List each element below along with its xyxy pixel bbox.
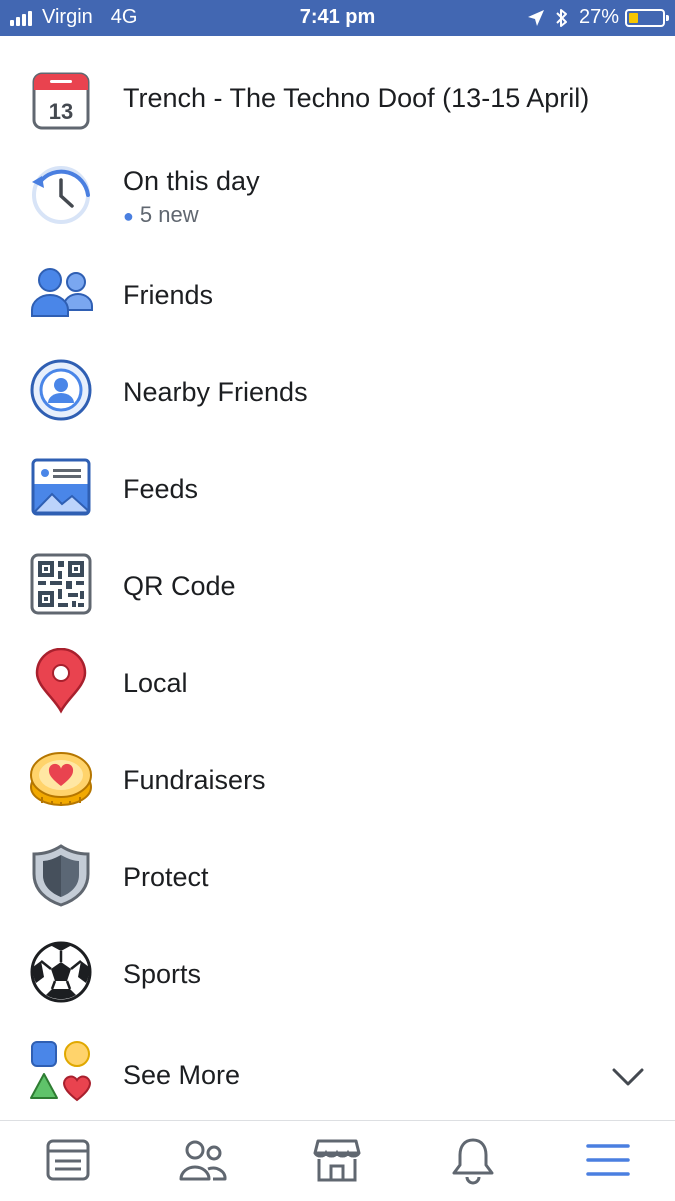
new-count-text: 5 new [139,202,199,227]
friends-tab-icon[interactable] [178,1135,228,1185]
new-indicator-dot: ● [123,206,134,226]
menu-item-label: On this day [123,166,260,196]
menu-item-label: Protect [123,862,209,892]
menu-item-see-more[interactable]: See More [0,1026,675,1116]
menu-item-label: Local [123,668,188,698]
shield-icon [28,842,94,908]
menu-item-label: Sports [123,959,202,989]
menu-item-label: QR Code [123,571,236,601]
bell-icon[interactable] [448,1135,498,1185]
menu-item-label: See More [123,1060,241,1090]
status-bar-right: 27% [527,6,669,29]
map-pin-icon [28,648,94,714]
chevron-down-icon[interactable] [611,1060,645,1094]
menu-item-sports[interactable]: Sports [0,927,675,1017]
hamburger-menu-icon[interactable] [583,1135,633,1185]
marketplace-icon[interactable] [312,1135,362,1185]
soccer-ball-icon [28,939,94,1005]
menu-item-label: Nearby Friends [123,377,308,407]
menu-item-label: Friends [123,280,214,310]
menu-item-fundraisers[interactable]: Fundraisers [0,733,675,823]
bottom-tab-bar [0,1120,675,1201]
menu-item-label: Trench - The Techno Doof (13-15 April) [123,83,590,113]
new-count: ● 5 new [123,202,199,228]
menu-item-qr-code[interactable]: QR Code [0,539,675,629]
calendar-day: 13 [49,99,73,124]
battery-level [629,12,638,23]
calendar-icon: 13 [28,68,94,134]
menu-item-nearby-friends[interactable]: Nearby Friends [0,345,675,435]
menu-item-friends[interactable]: Friends [0,248,675,338]
clock-history-icon [28,162,94,228]
news-feed-icon[interactable] [43,1135,93,1185]
menu-item-label: Fundraisers [123,765,266,795]
bluetooth-icon [555,8,569,28]
menu-item-event[interactable]: 13 Trench - The Techno Doof (13-15 April… [0,53,675,143]
shapes-icon [28,1038,94,1104]
battery-icon [625,8,669,27]
nearby-friends-icon [28,357,94,423]
friends-icon [28,260,94,326]
feeds-icon [28,454,94,520]
location-icon [527,9,545,27]
menu-item-local[interactable]: Local [0,636,675,726]
menu-item-label: Feeds [123,474,199,504]
battery-percent: 27% [578,6,619,28]
fundraiser-heart-icon [28,745,94,811]
menu-item-on-this-day[interactable]: On this day ● 5 new [0,148,675,238]
menu-item-protect[interactable]: Protect [0,830,675,920]
qr-code-icon [28,551,94,617]
status-bar: Virgin 4G 7:41 pm 27% [0,0,675,36]
menu-item-feeds[interactable]: Feeds [0,442,675,532]
battery-nub [666,14,669,21]
